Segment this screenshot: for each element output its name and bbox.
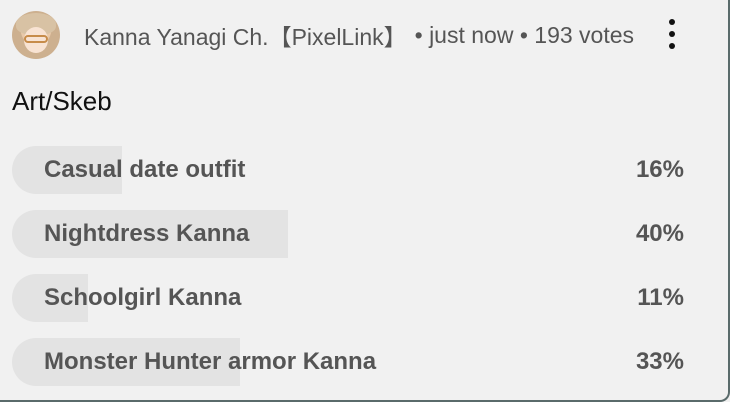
poll-option-label: Nightdress Kanna [44, 220, 250, 247]
more-dot [669, 19, 675, 25]
more-dot [669, 31, 675, 37]
poll-option[interactable]: Casual date outfit 16% [12, 146, 702, 194]
poll-option-label: Schoolgirl Kanna [44, 284, 242, 311]
more-vert-icon[interactable] [658, 16, 686, 52]
poll-option-percent: 40% [635, 220, 684, 247]
poll-card: Kanna Yanagi Ch.【PixelLink】 • just now •… [0, 0, 730, 402]
poll-options: Casual date outfit 16% Nightdress Kanna … [12, 146, 702, 402]
poll-option[interactable]: Nightdress Kanna 40% [12, 210, 702, 258]
poll-option-label: Casual date outfit [44, 156, 246, 183]
post-meta: • just now • 193 votes [414, 21, 635, 48]
poll-option[interactable]: Schoolgirl Kanna 11% [12, 274, 702, 322]
more-dot [669, 43, 675, 49]
poll-option-percent: 16% [635, 156, 684, 183]
author-name[interactable]: Kanna Yanagi Ch.【PixelLink】 [84, 18, 407, 52]
poll-option[interactable]: Monster Hunter armor Kanna 33% [12, 338, 702, 386]
post-header: Kanna Yanagi Ch.【PixelLink】 • just now •… [12, 10, 702, 60]
poll-option-percent: 11% [637, 284, 684, 311]
avatar-glasses [24, 35, 48, 43]
poll-option-percent: 33% [635, 348, 684, 375]
poll-title: Art/Skeb [12, 86, 112, 116]
author-avatar[interactable] [12, 11, 60, 59]
poll-option-label: Monster Hunter armor Kanna [44, 348, 377, 375]
